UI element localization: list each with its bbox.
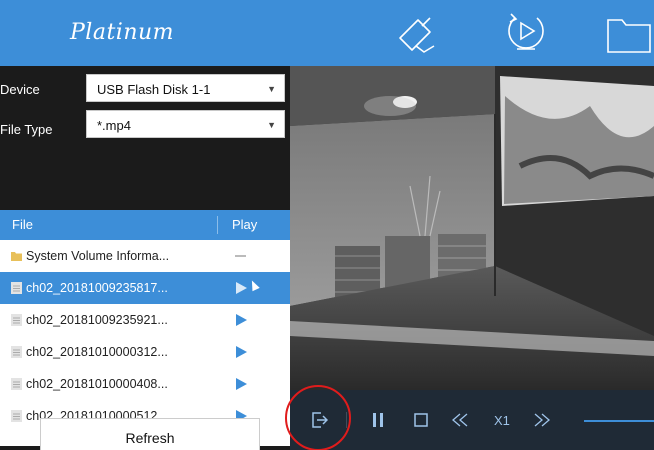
file-type-label: File Type (0, 122, 53, 137)
file-name: ch02_20181009235921... (26, 313, 168, 327)
file-icon (11, 314, 22, 326)
file-type-select-value: *.mp4 (97, 118, 131, 133)
brand-logo: Platinum (70, 20, 175, 45)
forward-icon[interactable] (534, 413, 550, 427)
rewind-icon[interactable] (452, 413, 468, 427)
stop-icon[interactable] (414, 413, 428, 427)
play-icon[interactable] (236, 314, 247, 326)
file-icon (11, 410, 22, 422)
folder-icon (11, 252, 22, 261)
list-item[interactable]: ch02_20181010000408... (0, 368, 290, 400)
list-item[interactable]: System Volume Informa... (0, 240, 290, 272)
file-list: System Volume Informa... ch02_2018100923… (0, 240, 290, 446)
chevron-down-icon: ▼ (267, 120, 276, 130)
playback-icon[interactable] (501, 8, 551, 58)
mouse-cursor-icon (248, 278, 260, 292)
play-icon[interactable] (236, 282, 247, 294)
file-type-select[interactable]: *.mp4 ▼ (86, 110, 285, 138)
file-icon (11, 282, 22, 294)
file-name: ch02_20181010000408... (26, 377, 168, 391)
device-label: Device (0, 82, 40, 97)
file-name: System Volume Informa... (26, 249, 170, 263)
video-frame-image (290, 66, 654, 390)
volume-slider[interactable] (584, 420, 654, 422)
file-icon (11, 346, 22, 358)
file-browser-panel: Device USB Flash Disk 1-1 ▼ File Type *.… (0, 66, 290, 450)
column-divider (217, 216, 218, 234)
app-header: Platinum (0, 0, 654, 66)
file-name: ch02_20181009235817... (26, 281, 168, 295)
play-icon[interactable] (236, 378, 247, 390)
file-list-header: File Play (0, 210, 290, 240)
video-preview (290, 66, 654, 390)
file-icon (11, 378, 22, 390)
refresh-button[interactable]: Refresh (40, 418, 260, 450)
list-item[interactable]: ch02_20181009235817... (0, 272, 290, 304)
list-item[interactable]: ch02_20181009235921... (0, 304, 290, 336)
file-name: ch02_20181010000312... (26, 345, 168, 359)
play-icon[interactable] (236, 346, 247, 358)
not-playable-indicator (235, 255, 246, 257)
export-button-highlight (285, 385, 351, 450)
pause-icon[interactable] (372, 412, 384, 428)
play-column-header: Play (232, 217, 258, 232)
device-select-value: USB Flash Disk 1-1 (97, 82, 211, 97)
camera-icon[interactable] (392, 8, 442, 58)
device-select[interactable]: USB Flash Disk 1-1 ▼ (86, 74, 285, 102)
file-column-header: File (12, 217, 33, 232)
speed-indicator: X1 (494, 413, 510, 428)
list-item[interactable]: ch02_20181010000312... (0, 336, 290, 368)
chevron-down-icon: ▼ (267, 84, 276, 94)
folder-icon[interactable] (604, 8, 654, 58)
